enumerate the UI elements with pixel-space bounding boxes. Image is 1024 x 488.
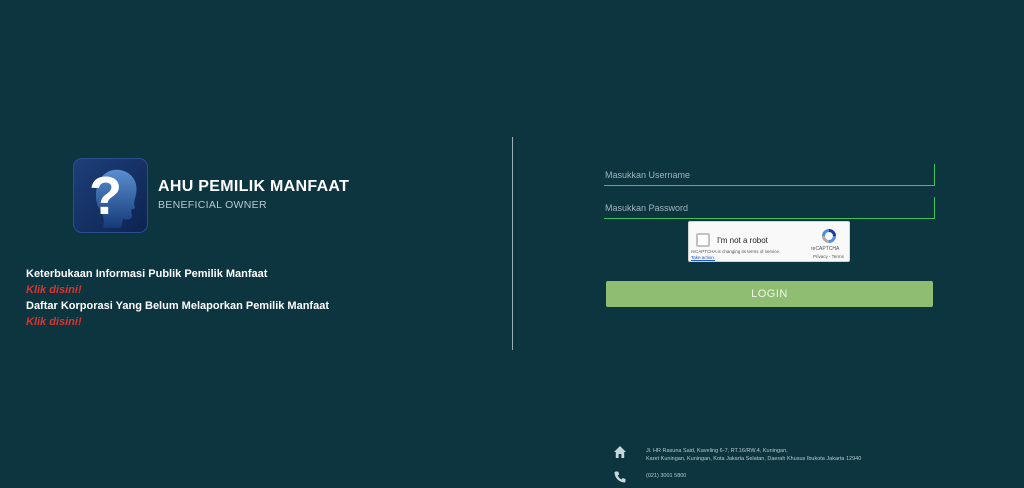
recaptcha-logo-icon	[822, 229, 836, 243]
question-head-logo-icon: ?	[73, 158, 148, 233]
app-title: AHU PEMILIK MANFAAT	[158, 178, 350, 195]
address-line-1: Jl. HR Rasuna Said, Kaveling 6-7, RT.16/…	[646, 448, 788, 454]
login-button[interactable]: LOGIN	[606, 281, 933, 307]
recaptcha-checkbox[interactable]	[696, 233, 710, 247]
unreported-corp-link[interactable]: Klik disini!	[26, 316, 82, 328]
recaptcha-action-link[interactable]: Take action.	[691, 255, 715, 260]
recaptcha-widget: I'm not a robot reCAPTCHA is changing it…	[688, 221, 850, 262]
svg-text:?: ?	[89, 166, 122, 226]
app-subtitle: BENEFICIAL OWNER	[158, 199, 267, 211]
recaptcha-note: reCAPTCHA is changing its terms of servi…	[691, 249, 781, 254]
address-line-2: Karet Kuningan, Kuningan, Kota Jakarta S…	[646, 456, 862, 462]
vertical-divider	[512, 137, 513, 350]
home-icon	[614, 446, 626, 458]
unreported-corp-text: Daftar Korporasi Yang Belum Melaporkan P…	[26, 300, 329, 312]
username-input[interactable]	[604, 164, 935, 186]
phone-icon	[614, 471, 626, 483]
public-info-link[interactable]: Klik disini!	[26, 284, 82, 296]
phone-number: (021) 3001 5800	[646, 473, 687, 479]
recaptcha-terms-link[interactable]: Privacy - Terms	[813, 254, 844, 259]
public-info-text: Keterbukaan Informasi Publik Pemilik Man…	[26, 268, 268, 280]
password-input[interactable]	[604, 197, 935, 219]
recaptcha-label: I'm not a robot	[717, 236, 768, 245]
recaptcha-brand: reCAPTCHA	[811, 246, 840, 252]
